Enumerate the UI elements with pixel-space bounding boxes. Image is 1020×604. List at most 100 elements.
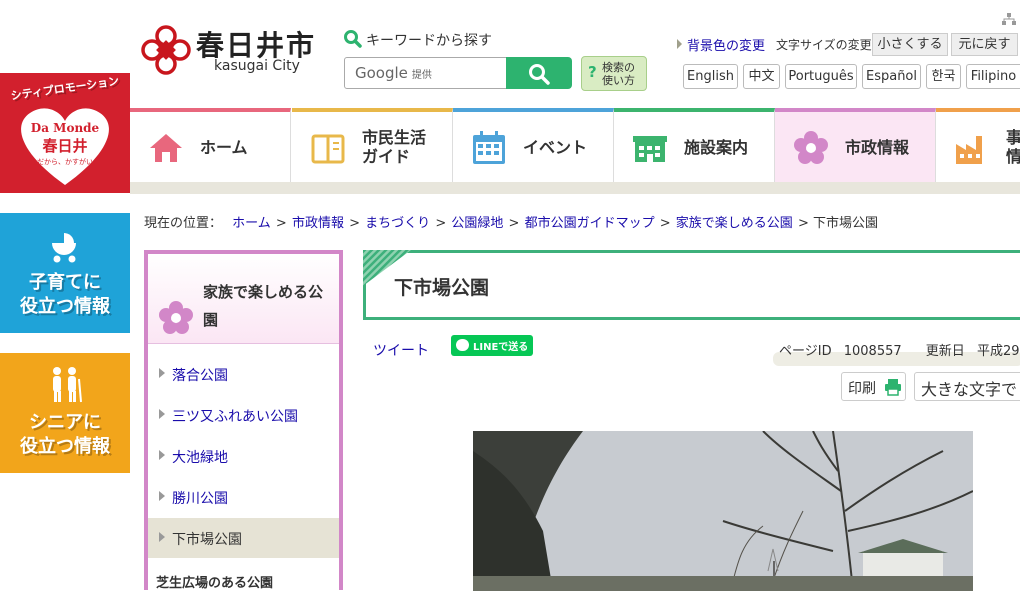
lang-korean[interactable]: 한국 bbox=[926, 64, 961, 89]
lang-english[interactable]: English bbox=[683, 64, 738, 89]
lang-filipino[interactable]: Filipino bbox=[966, 64, 1020, 89]
side-menu-item[interactable]: 大池緑地 bbox=[148, 436, 339, 476]
breadcrumb-current: 下市場公園 bbox=[812, 216, 878, 231]
nav-divider-strip bbox=[130, 182, 1020, 194]
factory-icon bbox=[956, 136, 982, 164]
chevron-right-icon bbox=[159, 368, 165, 378]
nav-life-guide[interactable]: 市民生活 ガイド bbox=[292, 108, 453, 182]
tweet-link[interactable]: ツイート bbox=[373, 340, 429, 360]
breadcrumb-separator: > bbox=[435, 216, 447, 231]
side-menu-item-link[interactable]: 勝川公園 bbox=[172, 488, 228, 508]
chevron-right-icon bbox=[159, 450, 165, 460]
font-smaller-button[interactable]: 小さくする bbox=[872, 33, 948, 56]
home-icon bbox=[150, 134, 182, 162]
print-label: 印刷 bbox=[848, 381, 876, 397]
breadcrumb-family-parks[interactable]: 家族で楽しめる公園 bbox=[676, 216, 793, 231]
lang-portuguese[interactable]: Português bbox=[785, 64, 857, 89]
search-provider-label: Google 提供 bbox=[355, 64, 432, 82]
calendar-icon bbox=[473, 131, 505, 164]
side-menu-item-link[interactable]: 落合公園 bbox=[172, 365, 228, 385]
question-icon: ? bbox=[588, 63, 597, 81]
senior-info-banner[interactable]: シニアに 役立つ情報 bbox=[0, 353, 130, 473]
side-menu-item[interactable]: 三ツ又ふれあい公園 bbox=[148, 395, 339, 435]
city-emblem-icon[interactable] bbox=[140, 24, 192, 76]
breadcrumb: 現在の位置： ホーム > 市政情報 > まちづくり > 公園緑地 > 都市公園ガ… bbox=[144, 212, 878, 231]
nav-life-guide-label: 市民生活 ガイド bbox=[362, 128, 427, 166]
breadcrumb-parks-green[interactable]: 公園緑地 bbox=[451, 216, 503, 231]
brand-line-3: だから、かすがい bbox=[37, 158, 93, 166]
side-menu-heading[interactable]: 家族で楽しめる公園 bbox=[203, 278, 333, 334]
seniors-icon bbox=[53, 367, 82, 403]
keyword-search-label: キーワードから探す bbox=[366, 33, 492, 49]
city-flower-icon bbox=[794, 131, 828, 164]
nav-facilities-label: 施設案内 bbox=[684, 137, 749, 157]
line-share-label: LINEで送る bbox=[473, 342, 529, 353]
page-title-box: 下市場公園 bbox=[363, 250, 1020, 320]
side-menu-item-current: 下市場公園 bbox=[148, 518, 339, 558]
print-button[interactable]: 印刷 bbox=[841, 372, 906, 401]
lang-spanish[interactable]: Español bbox=[862, 64, 921, 89]
page-info: ページID 1008557 更新日 平成29年 bbox=[779, 340, 1020, 359]
city-flower-icon bbox=[159, 301, 193, 334]
sitemap-icon[interactable] bbox=[1002, 13, 1016, 26]
page-title: 下市場公園 bbox=[394, 277, 490, 299]
senior-info-line-2: 役立つ情報 bbox=[20, 436, 110, 457]
search-icon bbox=[529, 64, 550, 85]
brand-line-2: 春日井 bbox=[42, 137, 88, 155]
help-line-2: 使い方 bbox=[602, 74, 635, 87]
help-line-1: 検索の bbox=[602, 61, 635, 74]
line-share-button[interactable]: LINEで送る bbox=[451, 335, 533, 356]
building-icon bbox=[633, 136, 667, 162]
breadcrumb-separator: > bbox=[659, 216, 671, 231]
breadcrumb-separator: > bbox=[275, 216, 287, 231]
baby-stroller-icon bbox=[52, 233, 76, 263]
brand-line-1: Da Monde bbox=[30, 121, 100, 135]
nav-facilities[interactable]: 施設案内 bbox=[614, 108, 775, 182]
chevron-right-icon bbox=[159, 491, 165, 501]
page-id-value: 1008557 bbox=[843, 344, 902, 359]
page-id-label: ページID bbox=[779, 344, 832, 359]
large-text-button[interactable]: 大きな文字で bbox=[914, 372, 1020, 401]
city-promotion-banner[interactable]: シティプロモーション Da Monde 春日井 だから、かすがい bbox=[0, 73, 130, 193]
park-photo-image bbox=[473, 431, 973, 591]
nav-events[interactable]: イベント bbox=[453, 108, 614, 182]
nav-business-label: 事情 bbox=[1006, 128, 1020, 166]
side-menu-item-label: 下市場公園 bbox=[172, 532, 242, 548]
book-icon bbox=[311, 134, 345, 164]
nav-city-government[interactable]: 市政情報 bbox=[775, 108, 936, 182]
search-icon bbox=[344, 30, 362, 48]
side-menu-subheading[interactable]: 芝生広場のある公園 bbox=[148, 564, 339, 604]
side-menu-item-link[interactable]: 大池緑地 bbox=[172, 447, 228, 467]
breadcrumb-city-government[interactable]: 市政情報 bbox=[292, 216, 344, 231]
breadcrumb-prefix: 現在の位置： bbox=[144, 216, 223, 231]
nav-events-label: イベント bbox=[523, 137, 588, 157]
senior-info-line-1: シニアに bbox=[29, 412, 101, 433]
side-menu-subheading-label: 芝生広場のある公園 bbox=[156, 576, 274, 591]
breadcrumb-separator: > bbox=[797, 216, 809, 231]
nav-home-label: ホーム bbox=[200, 137, 248, 157]
main-navigation: ホーム 市民生活 ガイド イベント 施設案内 市政情報 事 情 bbox=[130, 108, 1020, 182]
updated-label: 更新日 bbox=[925, 344, 965, 359]
search-input[interactable]: Google 提供 bbox=[344, 57, 507, 89]
side-menu-item[interactable]: 勝川公園 bbox=[148, 477, 339, 517]
breadcrumb-town-planning[interactable]: まちづくり bbox=[365, 216, 430, 231]
bg-change-arrow-icon bbox=[677, 39, 682, 49]
side-menu-item[interactable]: 落合公園 bbox=[148, 354, 339, 394]
breadcrumb-separator: > bbox=[508, 216, 520, 231]
font-reset-button[interactable]: 元に戻す bbox=[951, 33, 1018, 56]
nav-home[interactable]: ホーム bbox=[130, 108, 291, 182]
chevron-right-icon bbox=[159, 409, 165, 419]
font-size-label: 文字サイズの変更 bbox=[776, 38, 872, 52]
site-logo-subtitle: kasugai City bbox=[214, 58, 300, 74]
background-color-change-link[interactable]: 背景色の変更 bbox=[687, 35, 765, 54]
lang-chinese[interactable]: 中文 bbox=[743, 64, 780, 89]
search-button[interactable] bbox=[506, 57, 572, 89]
nav-business[interactable]: 事情 bbox=[936, 108, 1020, 182]
side-menu-item-link[interactable]: 三ツ又ふれあい公園 bbox=[172, 406, 298, 426]
child-info-line-1: 子育てに bbox=[29, 272, 101, 293]
child-rearing-info-banner[interactable]: 子育てに 役立つ情報 bbox=[0, 213, 130, 333]
side-menu-header[interactable]: 家族で楽しめる公園 bbox=[148, 254, 339, 344]
breadcrumb-home[interactable]: ホーム bbox=[232, 216, 271, 231]
search-help-button[interactable]: ? 検索の 使い方 bbox=[581, 56, 647, 91]
breadcrumb-park-guide-map[interactable]: 都市公園ガイドマップ bbox=[525, 216, 655, 231]
